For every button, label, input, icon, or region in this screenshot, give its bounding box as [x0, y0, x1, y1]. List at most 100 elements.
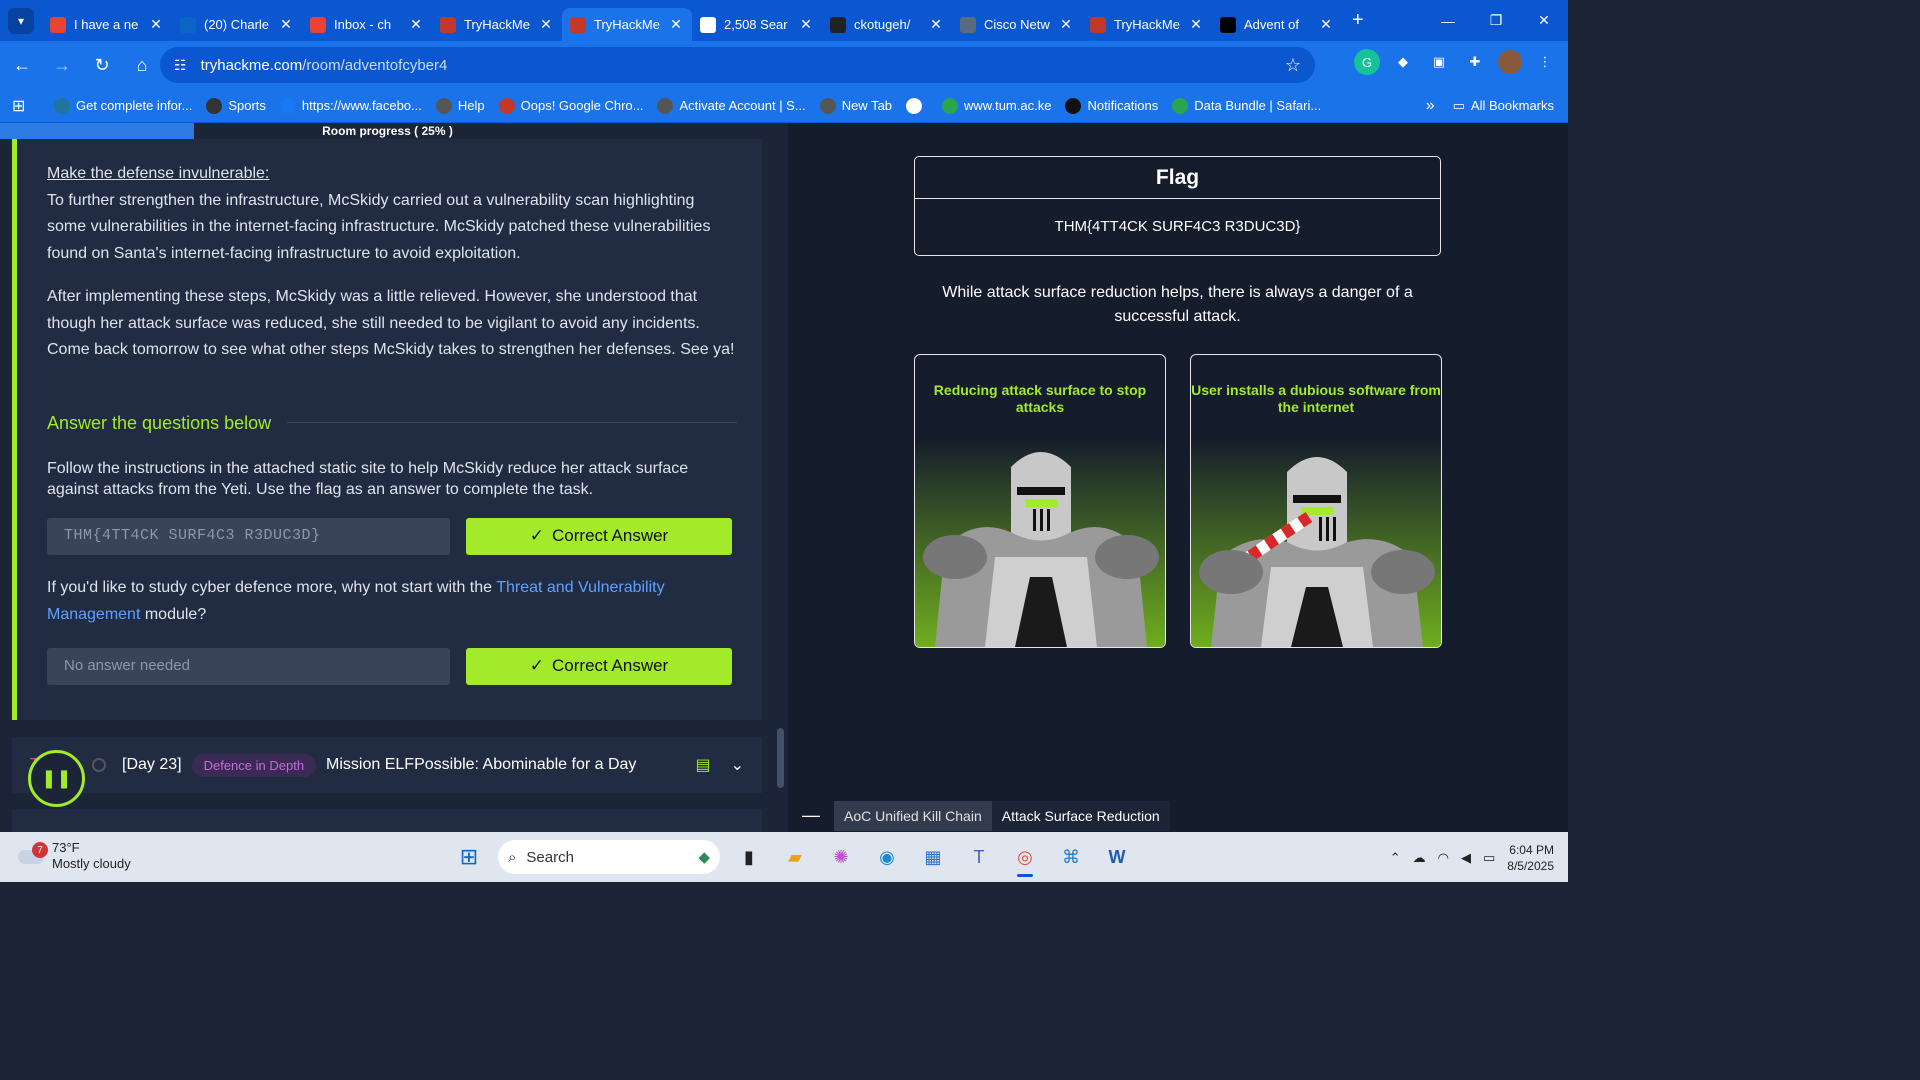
file-explorer-icon[interactable]: ▰	[778, 839, 812, 875]
task-view-icon[interactable]: ▮	[732, 839, 766, 875]
knight-card-reduced: Reducing attack surface to stop attacks	[914, 354, 1166, 648]
task-body: Make the defense invulnerable: To furthe…	[47, 139, 737, 685]
bookmark-item[interactable]: www.tum.ac.ke	[942, 97, 1051, 114]
home-button[interactable]: ⌂	[124, 47, 160, 83]
room-scrollbar[interactable]	[775, 123, 786, 832]
bookmark-star-icon[interactable]: ☆	[1285, 55, 1301, 76]
calendar-icon[interactable]: ▤	[695, 755, 710, 775]
battery-icon[interactable]: ▭	[1483, 850, 1495, 866]
chevron-down-icon[interactable]: ⌄	[731, 755, 744, 775]
address-bar[interactable]: ☷ tryhackme.com/room/adventofcyber4 ☆	[160, 47, 1315, 83]
clock[interactable]: 6:04 PM 8/5/2025	[1507, 842, 1554, 874]
browser-tab[interactable]: TryHackMe ✕	[562, 8, 692, 41]
close-icon[interactable]: ✕	[668, 16, 684, 33]
wifi-icon[interactable]: ◠	[1438, 850, 1449, 866]
site-info-icon[interactable]: ☷	[174, 57, 187, 74]
apps-grid-icon[interactable]: ⊞	[12, 96, 42, 116]
bookmark-item[interactable]: Oops! Google Chro...	[498, 97, 644, 114]
store-icon[interactable]: ▦	[916, 839, 950, 875]
browser-tab[interactable]: 2,508 Sear ✕	[692, 8, 822, 41]
tab-aoc-kill-chain[interactable]: AoC Unified Kill Chain	[834, 800, 992, 831]
reload-button[interactable]: ↻	[84, 47, 120, 83]
bookmark-item[interactable]: https://www.facebo...	[279, 97, 422, 114]
bookmark-item[interactable]: Help	[435, 97, 485, 114]
task-header-day-23[interactable]: T [Day 23] Defence in Depth Mission ELFP…	[12, 737, 762, 793]
close-icon[interactable]: ✕	[798, 16, 814, 33]
extension-car-icon[interactable]: ▣	[1426, 49, 1452, 75]
forward-button[interactable]: →	[44, 47, 80, 83]
volume-icon[interactable]: ◀	[1461, 850, 1471, 866]
copilot-icon[interactable]: ✺	[824, 839, 858, 875]
bookmark-label: Activate Account | S...	[679, 98, 806, 113]
task-header-day-24[interactable]	[12, 809, 762, 832]
bookmark-label: New Tab	[841, 98, 893, 113]
bookmark-item[interactable]: Notifications	[1065, 97, 1158, 114]
upwork-icon	[1065, 97, 1082, 114]
correct-answer-button-1[interactable]: ✓ Correct Answer	[466, 518, 732, 555]
all-bookmarks-button[interactable]: ▭ All Bookmarks	[1453, 98, 1554, 114]
word-icon[interactable]: W	[1100, 839, 1134, 875]
tab-attack-surface-reduction[interactable]: Attack Surface Reduction	[991, 800, 1170, 831]
toolbar-extensions: G ◆ ▣ ✚ ⋮	[1354, 49, 1558, 75]
browser-tab[interactable]: TryHackMe ✕	[432, 8, 562, 41]
tab-title: 2,508 Sear	[724, 17, 788, 32]
teams-icon[interactable]: T	[962, 839, 996, 875]
bookmark-label: Oops! Google Chro...	[520, 98, 644, 113]
check-icon: ✓	[529, 656, 545, 676]
edge-icon[interactable]: ◉	[870, 839, 904, 875]
more-bookmarks-icon[interactable]: »	[1426, 97, 1435, 115]
close-icon[interactable]: ✕	[148, 16, 164, 33]
close-icon[interactable]: ✕	[408, 16, 424, 33]
tab-list: I have a ne ✕ (20) Charle ✕ Inbox - ch ✕ TryHa…	[42, 0, 1342, 41]
weather-widget[interactable]: 7 73°F Mostly cloudy	[18, 840, 131, 872]
restore-button[interactable]: ❐	[1472, 0, 1520, 41]
minimize-site-icon[interactable]: —	[788, 805, 834, 826]
puzzle-icon[interactable]: ✚	[1462, 49, 1488, 75]
vscode-icon[interactable]: ⌘	[1054, 839, 1088, 875]
close-window-button[interactable]: ✕	[1520, 0, 1568, 41]
back-button[interactable]: ←	[4, 47, 40, 83]
new-tab-button[interactable]: +	[1352, 9, 1364, 32]
bookmark-label: Help	[457, 98, 485, 113]
browser-tab[interactable]: Cisco Netw ✕	[952, 8, 1082, 41]
close-icon[interactable]: ✕	[538, 16, 554, 33]
bookmark-item[interactable]: New Tab	[819, 97, 893, 114]
site-note: While attack surface reduction helps, th…	[942, 284, 1413, 325]
close-icon[interactable]: ✕	[1058, 16, 1074, 33]
close-icon[interactable]: ✕	[1188, 16, 1204, 33]
correct-answer-button-2[interactable]: ✓ Correct Answer	[466, 648, 732, 685]
kebab-menu-icon[interactable]: ⋮	[1532, 49, 1558, 75]
windows-start-icon[interactable]: ⊞	[452, 839, 486, 875]
chevron-up-icon[interactable]: ⌃	[1390, 850, 1401, 866]
bookmark-item[interactable]: Activate Account | S...	[657, 97, 806, 114]
bookmark-item[interactable]: Sports	[206, 97, 266, 114]
onedrive-icon[interactable]: ☁	[1413, 850, 1426, 866]
close-icon[interactable]: ✕	[1318, 16, 1334, 33]
scrollbar-thumb[interactable]	[777, 728, 784, 788]
avatar[interactable]	[1498, 50, 1522, 74]
answer-input-2[interactable]: No answer needed	[47, 648, 450, 685]
sp-icon	[206, 97, 223, 114]
browser-tab[interactable]: I have a ne ✕	[42, 8, 172, 41]
answer-input-1[interactable]: THM{4TT4CK SURF4C3 R3DUC3D}	[47, 518, 450, 555]
browser-tab[interactable]: ckotugeh/ ✕	[822, 8, 952, 41]
tab-search-button[interactable]: ▾	[8, 7, 34, 34]
bookmark-item[interactable]: Data Bundle | Safari...	[1172, 97, 1321, 114]
tab-title: ckotugeh/	[854, 17, 911, 32]
close-icon[interactable]: ✕	[278, 16, 294, 33]
browser-tab[interactable]: Inbox - ch ✕	[302, 8, 432, 41]
browser-tab[interactable]: TryHackMe ✕	[1082, 8, 1212, 41]
bookmark-label: Get complete infor...	[76, 98, 193, 113]
taskbar-apps: ⊞ ⌕ Search ◆ ▮ ▰ ✺ ◉ ▦ T ◎ ⌘ W	[452, 839, 1134, 877]
grammarly-icon[interactable]: G	[1354, 49, 1380, 75]
bookmark-item[interactable]: Get complete infor...	[54, 97, 193, 114]
browser-tab[interactable]: Advent of ✕	[1212, 8, 1342, 41]
browser-tab[interactable]: (20) Charle ✕	[172, 8, 302, 41]
chrome-icon[interactable]: ◎	[1008, 839, 1042, 877]
pause-button[interactable]: ❚❚	[28, 750, 85, 807]
close-icon[interactable]: ✕	[928, 16, 944, 33]
bookmark-item[interactable]	[906, 97, 928, 114]
minimize-button[interactable]: —	[1424, 0, 1472, 41]
taskbar-search[interactable]: ⌕ Search ◆	[498, 840, 720, 874]
extension-blue-icon[interactable]: ◆	[1390, 49, 1416, 75]
